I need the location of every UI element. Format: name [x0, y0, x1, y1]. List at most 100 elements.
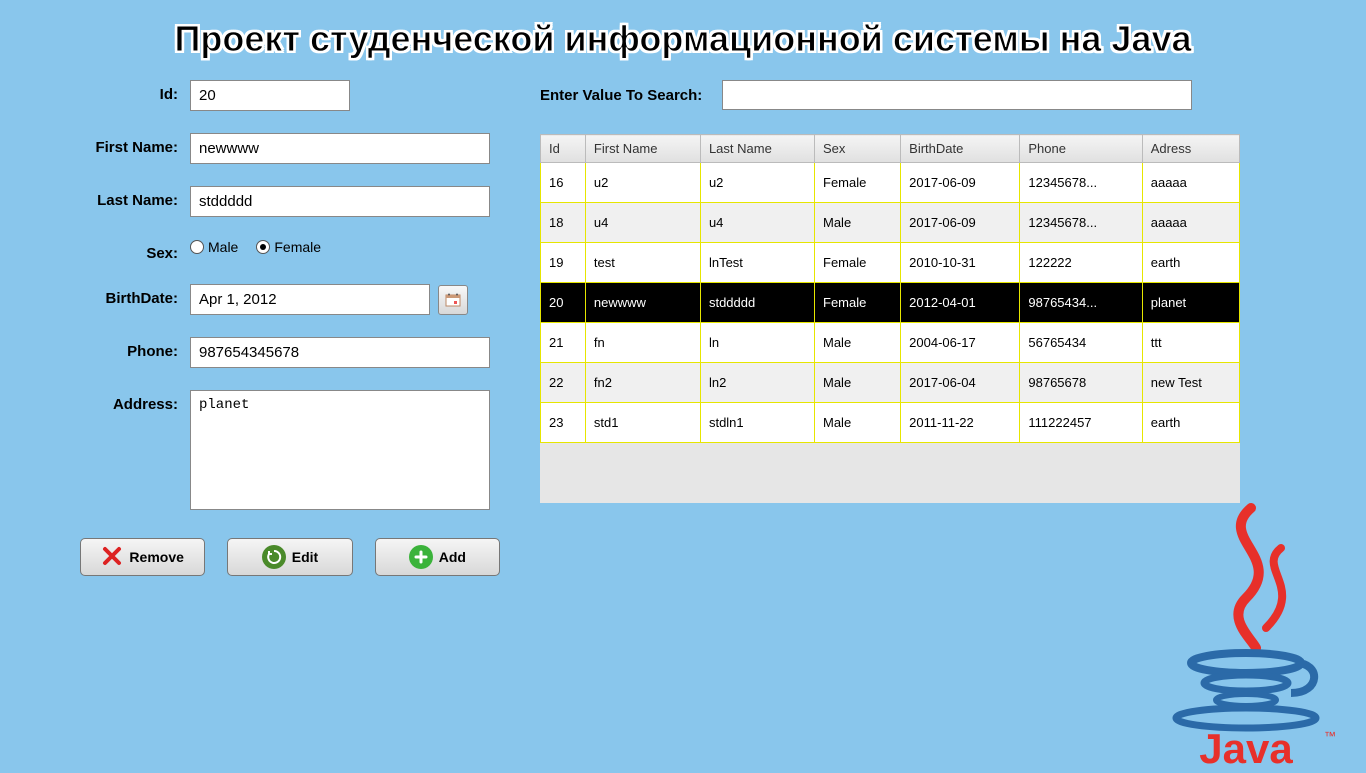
table-cell: 111222457 [1020, 403, 1142, 443]
table-cell: 19 [541, 243, 586, 283]
birthdate-input[interactable] [190, 284, 430, 315]
table-row[interactable]: 23std1stdln1Male2011-11-22111222457earth [541, 403, 1240, 443]
table-cell: u2 [585, 163, 700, 203]
birthdate-label: BirthDate: [40, 284, 190, 307]
add-button-label: Add [439, 549, 466, 565]
first-name-input[interactable] [190, 133, 490, 164]
table-row[interactable]: 20newwwwstdddddFemale2012-04-0198765434.… [541, 283, 1240, 323]
address-label: Address: [40, 390, 190, 413]
table-header-2[interactable]: Last Name [700, 135, 814, 163]
table-cell: earth [1142, 243, 1239, 283]
table-cell: 122222 [1020, 243, 1142, 283]
table-header-4[interactable]: BirthDate [901, 135, 1020, 163]
table-cell: new Test [1142, 363, 1239, 403]
table-header-1[interactable]: First Name [585, 135, 700, 163]
phone-label: Phone: [40, 337, 190, 360]
table-row[interactable]: 19testlnTestFemale2010-10-31122222earth [541, 243, 1240, 283]
radio-male[interactable]: Male [190, 239, 238, 255]
table-cell: 20 [541, 283, 586, 323]
edit-icon [262, 545, 286, 569]
table-cell: 22 [541, 363, 586, 403]
radio-female[interactable]: Female [256, 239, 321, 255]
remove-button-label: Remove [129, 549, 183, 565]
table-cell: Male [815, 363, 901, 403]
table-cell: Male [815, 203, 901, 243]
edit-button[interactable]: Edit [227, 538, 352, 576]
table-cell: 2017-06-04 [901, 363, 1020, 403]
edit-button-label: Edit [292, 549, 318, 565]
table-cell: 2012-04-01 [901, 283, 1020, 323]
students-table: IdFirst NameLast NameSexBirthDatePhoneAd… [540, 134, 1240, 503]
table-cell: lnTest [700, 243, 814, 283]
last-name-label: Last Name: [40, 186, 190, 209]
table-cell: 2004-06-17 [901, 323, 1020, 363]
sex-label: Sex: [40, 239, 190, 262]
radio-female-circle [256, 240, 270, 254]
table-cell: Female [815, 163, 901, 203]
table-cell: u2 [700, 163, 814, 203]
table-header-5[interactable]: Phone [1020, 135, 1142, 163]
radio-male-label: Male [208, 239, 238, 255]
radio-male-circle [190, 240, 204, 254]
table-cell: ln [700, 323, 814, 363]
table-cell: 56765434 [1020, 323, 1142, 363]
phone-input[interactable] [190, 337, 490, 368]
table-cell: Male [815, 323, 901, 363]
table-cell: u4 [700, 203, 814, 243]
table-cell: 12345678... [1020, 163, 1142, 203]
table-cell: Male [815, 403, 901, 443]
table-cell: 16 [541, 163, 586, 203]
table-header-3[interactable]: Sex [815, 135, 901, 163]
table-cell: stddddd [700, 283, 814, 323]
table-header-6[interactable]: Adress [1142, 135, 1239, 163]
table-row[interactable]: 22fn2ln2Male2017-06-0498765678new Test [541, 363, 1240, 403]
add-icon [409, 545, 433, 569]
java-logo-text: Java [1199, 725, 1293, 768]
table-empty-cell [541, 443, 1240, 503]
table-row[interactable]: 21fnlnMale2004-06-1756765434ttt [541, 323, 1240, 363]
table-cell: test [585, 243, 700, 283]
last-name-input[interactable] [190, 186, 490, 217]
table-row[interactable]: 16u2u2Female2017-06-0912345678...aaaaa [541, 163, 1240, 203]
table-cell: earth [1142, 403, 1239, 443]
table-cell: 2011-11-22 [901, 403, 1020, 443]
table-cell: stdln1 [700, 403, 814, 443]
table-cell: 23 [541, 403, 586, 443]
java-logo: Java ™ [1156, 488, 1336, 768]
id-label: Id: [40, 80, 190, 103]
form-panel: Id: First Name: Last Name: Sex: Male [40, 70, 500, 576]
id-input[interactable] [190, 80, 350, 111]
table-cell: planet [1142, 283, 1239, 323]
table-cell: std1 [585, 403, 700, 443]
table-cell: ln2 [700, 363, 814, 403]
table-cell: 12345678... [1020, 203, 1142, 243]
table-cell: newwww [585, 283, 700, 323]
add-button[interactable]: Add [375, 538, 500, 576]
svg-text:™: ™ [1324, 729, 1336, 743]
table-cell: 2017-06-09 [901, 203, 1020, 243]
search-input[interactable] [722, 80, 1192, 110]
table-cell: 2017-06-09 [901, 163, 1020, 203]
table-cell: fn2 [585, 363, 700, 403]
table-cell: aaaaa [1142, 203, 1239, 243]
table-cell: 21 [541, 323, 586, 363]
calendar-icon [445, 293, 461, 307]
radio-female-label: Female [274, 239, 321, 255]
remove-button[interactable]: Remove [80, 538, 205, 576]
table-cell: fn [585, 323, 700, 363]
table-empty-row [541, 443, 1240, 503]
table-row[interactable]: 18u4u4Male2017-06-0912345678...aaaaa [541, 203, 1240, 243]
table-cell: 98765434... [1020, 283, 1142, 323]
search-label: Enter Value To Search: [540, 87, 702, 104]
remove-icon [101, 545, 123, 570]
table-cell: u4 [585, 203, 700, 243]
table-cell: Female [815, 243, 901, 283]
table-cell: 18 [541, 203, 586, 243]
table-header-0[interactable]: Id [541, 135, 586, 163]
table-cell: ttt [1142, 323, 1239, 363]
calendar-button[interactable] [438, 285, 468, 315]
table-cell: 2010-10-31 [901, 243, 1020, 283]
address-textarea[interactable] [190, 390, 490, 510]
table-cell: 98765678 [1020, 363, 1142, 403]
page-title: Проект студенческой информационной систе… [0, 0, 1366, 70]
